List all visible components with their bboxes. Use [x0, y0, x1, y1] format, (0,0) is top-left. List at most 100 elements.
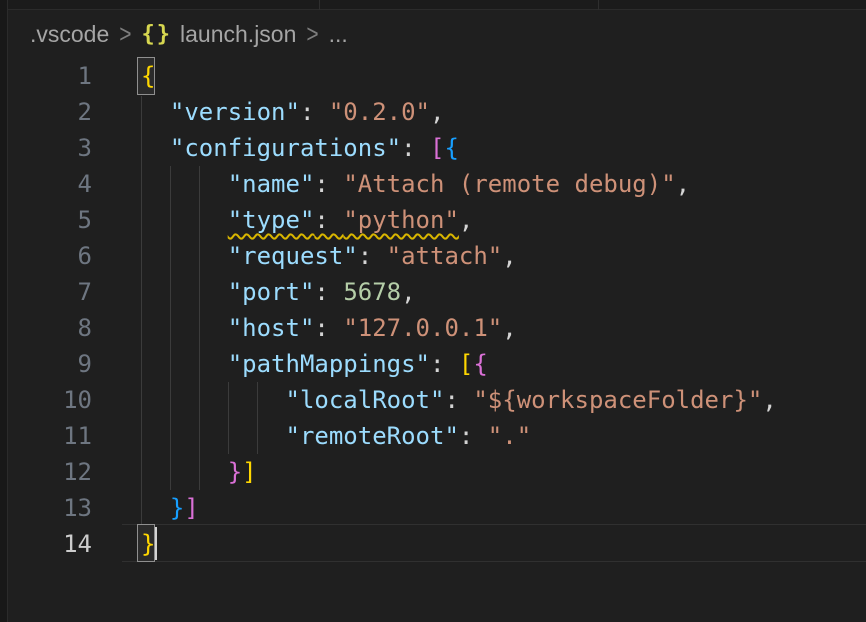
code-text: "type": "python", — [92, 202, 473, 238]
code-token: [ — [430, 134, 444, 162]
line-number[interactable]: 13 — [9, 494, 92, 522]
code-token — [141, 458, 228, 486]
code-token: : — [358, 242, 387, 270]
line-number[interactable]: 11 — [9, 422, 92, 450]
code-line[interactable]: 7 "port": 5678, — [9, 274, 866, 310]
line-number[interactable]: 12 — [9, 458, 92, 486]
line-number[interactable]: 9 — [9, 350, 92, 378]
code-token: : — [314, 278, 343, 306]
code-line[interactable]: 11 "remoteRoot": "." — [9, 418, 866, 454]
code-token — [141, 422, 286, 450]
code-token — [141, 494, 170, 522]
breadcrumb-item-file[interactable]: launch.json — [180, 21, 296, 48]
code-text: "request": "attach", — [92, 238, 517, 274]
code-line[interactable]: 3 "configurations": [{ — [9, 130, 866, 166]
code-line[interactable]: 6 "request": "attach", — [9, 238, 866, 274]
code-token: : — [314, 206, 343, 234]
line-number[interactable]: 7 — [9, 278, 92, 306]
code-token: "${workspaceFolder}" — [473, 386, 762, 414]
code-token — [141, 134, 170, 162]
editor-left-border — [0, 0, 8, 622]
code-token: , — [676, 170, 690, 198]
line-number[interactable]: 5 — [9, 206, 92, 234]
code-token: "remoteRoot" — [286, 422, 459, 450]
code-token: "localRoot" — [286, 386, 445, 414]
chevron-right-icon: > — [306, 20, 318, 50]
code-text: }] — [92, 490, 199, 526]
code-token — [141, 386, 286, 414]
code-token: "pathMappings" — [228, 350, 430, 378]
code-line[interactable]: 5 "type": "python", — [9, 202, 866, 238]
breadcrumb-item-symbol[interactable]: ... — [329, 21, 348, 48]
warning-squiggle: "type": "python" — [228, 206, 459, 234]
line-number[interactable]: 14 — [9, 530, 92, 558]
code-token: "0.2.0" — [329, 98, 430, 126]
code-token — [141, 242, 228, 270]
code-line[interactable]: 1{ — [9, 58, 866, 94]
tab-separator — [598, 0, 599, 10]
code-token: , — [502, 242, 516, 270]
chevron-right-icon: > — [119, 20, 131, 50]
code-line[interactable]: 4 "name": "Attach (remote debug)", — [9, 166, 866, 202]
code-token: : — [430, 350, 459, 378]
code-token: : — [314, 170, 343, 198]
code-area[interactable]: 1{2 "version": "0.2.0",3 "configurations… — [9, 58, 866, 562]
code-line[interactable]: 14} — [9, 526, 866, 562]
tab-bar-bottom-strip — [8, 0, 866, 10]
code-token: { — [473, 350, 487, 378]
code-token: "." — [488, 422, 531, 450]
code-token: "port" — [228, 278, 315, 306]
code-token: "python" — [343, 206, 459, 234]
line-number[interactable]: 6 — [9, 242, 92, 270]
code-text: "name": "Attach (remote debug)", — [92, 166, 690, 202]
editor[interactable]: 1{2 "version": "0.2.0",3 "configurations… — [9, 58, 866, 622]
code-token: , — [401, 278, 415, 306]
code-token: , — [502, 314, 516, 342]
code-line[interactable]: 12 }] — [9, 454, 866, 490]
code-line[interactable]: 13 }] — [9, 490, 866, 526]
line-number[interactable]: 8 — [9, 314, 92, 342]
line-number[interactable]: 1 — [9, 62, 92, 90]
breadcrumb-item-folder[interactable]: .vscode — [30, 21, 109, 48]
code-token: "attach" — [387, 242, 503, 270]
code-text: "port": 5678, — [92, 274, 416, 310]
code-token: , — [430, 98, 444, 126]
line-number[interactable]: 2 — [9, 98, 92, 126]
line-number[interactable]: 10 — [9, 386, 92, 414]
code-token: "request" — [228, 242, 358, 270]
code-token: : — [401, 134, 430, 162]
code-token: : — [314, 314, 343, 342]
code-token — [141, 314, 228, 342]
code-text: "localRoot": "${workspaceFolder}", — [92, 382, 777, 418]
code-token: : — [444, 386, 473, 414]
code-token: [ — [459, 350, 473, 378]
code-token: 5678 — [343, 278, 401, 306]
code-line[interactable]: 10 "localRoot": "${workspaceFolder}", — [9, 382, 866, 418]
code-text: "version": "0.2.0", — [92, 94, 444, 130]
line-number[interactable]: 3 — [9, 134, 92, 162]
line-number[interactable]: 4 — [9, 170, 92, 198]
code-token: , — [459, 206, 473, 234]
code-text: "remoteRoot": "." — [92, 418, 531, 454]
code-token — [141, 206, 228, 234]
code-token: "type" — [228, 206, 315, 234]
code-text: { — [92, 58, 155, 94]
code-token: } — [141, 530, 155, 558]
code-text: "configurations": [{ — [92, 130, 459, 166]
code-token — [141, 278, 228, 306]
code-token — [141, 170, 228, 198]
code-line[interactable]: 9 "pathMappings": [{ — [9, 346, 866, 382]
code-text: "host": "127.0.0.1", — [92, 310, 517, 346]
code-text: "pathMappings": [{ — [92, 346, 488, 382]
code-token: { — [141, 62, 155, 90]
code-token — [141, 98, 170, 126]
code-token: "configurations" — [170, 134, 401, 162]
code-token: : — [300, 98, 329, 126]
code-line[interactable]: 8 "host": "127.0.0.1", — [9, 310, 866, 346]
code-token: } — [228, 458, 242, 486]
code-token: : — [459, 422, 488, 450]
code-token: "version" — [170, 98, 300, 126]
code-line[interactable]: 2 "version": "0.2.0", — [9, 94, 866, 130]
code-text: } — [92, 526, 155, 562]
code-token: } — [170, 494, 184, 522]
